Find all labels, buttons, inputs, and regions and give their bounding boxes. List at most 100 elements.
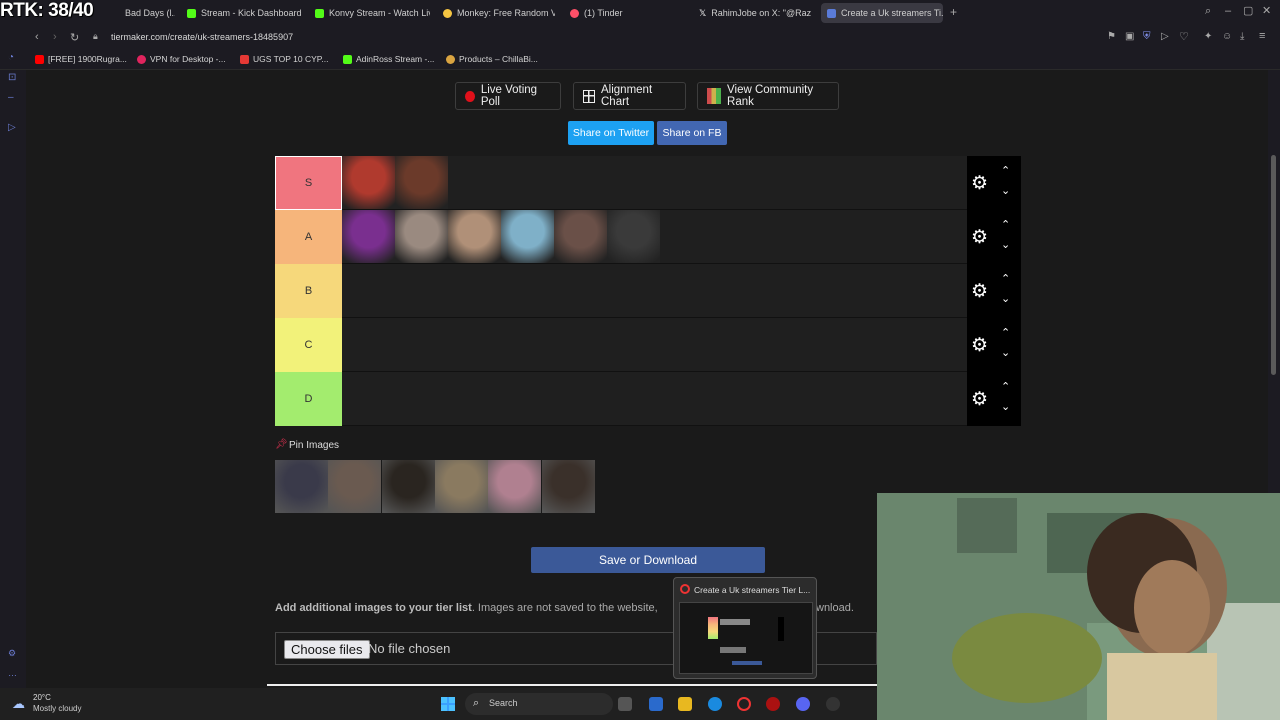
bookmark-item[interactable]: UGS TOP 10 CYP...	[240, 54, 328, 64]
tier-row[interactable]: B ⚙ ⌃ ⌄	[275, 264, 1021, 318]
tier-label[interactable]: B	[275, 264, 342, 318]
account-icon[interactable]: ☺	[1222, 31, 1232, 42]
task-view-icon[interactable]	[618, 697, 632, 711]
rank-grid-icon	[707, 88, 722, 104]
tier-row[interactable]: D ⚙ ⌃ ⌄	[275, 372, 1021, 426]
chevron-down-icon[interactable]: ⌄	[1001, 184, 1010, 197]
play-icon[interactable]: ▷	[1161, 31, 1169, 42]
heart-icon[interactable]: ♡	[1179, 30, 1189, 43]
pool-item-image[interactable]	[488, 460, 542, 513]
pin-images-label[interactable]: Pin Images	[289, 440, 339, 451]
tier-item-image[interactable]	[395, 156, 448, 209]
tier-label[interactable]: C	[275, 318, 342, 372]
minimize-icon[interactable]: –	[1225, 5, 1231, 17]
chevron-up-icon[interactable]: ⌃	[1001, 326, 1010, 339]
shield-icon[interactable]: ⛨	[1143, 31, 1151, 42]
back-icon[interactable]: ‹	[35, 31, 39, 43]
share-facebook-button[interactable]: Share on FB	[657, 121, 727, 145]
weather-cloud-icon[interactable]: ☁	[12, 696, 25, 712]
tier-row[interactable]: A ⚙ ⌃ ⌄	[275, 210, 1021, 264]
taskbar-search[interactable]: ⌕ Search	[465, 693, 613, 715]
scrollbar-thumb[interactable]	[1271, 155, 1276, 375]
tab-konvy-stream[interactable]: Konvy Stream - Watch Liv...	[315, 3, 430, 23]
bookmark-item[interactable]: [FREE] 1900Rugra...	[35, 54, 127, 64]
pool-item-image[interactable]	[275, 460, 328, 513]
new-tab-icon[interactable]: +	[950, 5, 957, 19]
chevron-up-icon[interactable]: ⌃	[1001, 164, 1010, 177]
pool-item-image[interactable]	[328, 460, 382, 513]
gear-icon[interactable]: ⚙	[971, 334, 988, 357]
weather-temperature[interactable]: 20°C	[33, 693, 51, 702]
bookmark-icon[interactable]: ⚑	[1107, 31, 1116, 42]
tier-item-image[interactable]	[448, 210, 501, 263]
tier-label[interactable]: S	[275, 156, 342, 210]
tier-row[interactable]: C ⚙ ⌃ ⌄	[275, 318, 1021, 372]
chevron-down-icon[interactable]: ⌄	[1001, 346, 1010, 359]
tier-row[interactable]: S ⚙ ⌃ ⌄	[275, 156, 1021, 210]
bookmark-item[interactable]: AdinRoss Stream -...	[343, 54, 434, 64]
forward-icon[interactable]: ›	[53, 31, 57, 43]
file-explorer-icon[interactable]	[678, 697, 692, 711]
share-twitter-button[interactable]: Share on Twitter	[568, 121, 654, 145]
chevron-down-icon[interactable]: ⌄	[1001, 292, 1010, 305]
reload-icon[interactable]: ↻	[70, 31, 79, 44]
live-voting-poll-button[interactable]: Live Voting Poll	[455, 82, 561, 110]
pool-item-image[interactable]	[434, 460, 488, 513]
chevron-up-icon[interactable]: ⌃	[1001, 272, 1010, 285]
close-window-icon[interactable]: ✕	[1262, 4, 1271, 17]
download-icon[interactable]: ⤓	[1240, 31, 1244, 42]
tier-item-image[interactable]	[607, 210, 660, 263]
history-icon[interactable]: ⊡	[8, 72, 16, 83]
gear-icon[interactable]: ⚙	[971, 280, 988, 303]
more-icon[interactable]: …	[8, 668, 17, 678]
edge-icon[interactable]	[708, 697, 722, 711]
tab-twitter-post[interactable]: 𝕏 RahimJobe on X: "@Razz...	[699, 3, 811, 23]
maximize-icon[interactable]: ▢	[1243, 4, 1253, 17]
chevron-down-icon[interactable]: ⌄	[1001, 400, 1010, 413]
tab-tinder[interactable]: (1) Tinder	[570, 3, 660, 23]
settings-icon[interactable]: ⚙	[8, 648, 16, 659]
save-download-button[interactable]: Save or Download	[531, 547, 765, 573]
tab-bad-days[interactable]: Bad Days (l...	[125, 3, 175, 23]
windows-start-icon[interactable]	[441, 697, 455, 711]
bookmark-item[interactable]: VPN for Desktop -...	[137, 54, 226, 64]
tier-item-image[interactable]	[342, 210, 395, 263]
alignment-chart-button[interactable]: Alignment Chart	[573, 82, 686, 110]
tab-monkey[interactable]: Monkey: Free Random Vi...	[443, 3, 555, 23]
tier-item-image[interactable]	[501, 210, 554, 263]
app-icon[interactable]	[826, 697, 840, 711]
send-icon[interactable]: ▷	[8, 122, 16, 133]
chevron-up-icon[interactable]: ⌃	[1001, 380, 1010, 393]
chevron-up-icon[interactable]: ⌃	[1001, 218, 1010, 231]
tab-tiermaker[interactable]: Create a Uk streamers Ti...	[821, 3, 943, 23]
tier-item-image[interactable]	[395, 210, 448, 263]
tier-label[interactable]: D	[275, 372, 342, 426]
gear-icon[interactable]: ⚙	[971, 388, 988, 411]
taskbar-thumbnail-preview[interactable]: Create a Uk streamers Tier L...	[673, 577, 817, 679]
opera-icon[interactable]: ◔	[8, 52, 14, 63]
tier-item-image[interactable]	[342, 156, 395, 209]
tools-icon[interactable]: –	[8, 92, 14, 103]
pool-item-image[interactable]	[541, 460, 595, 513]
url-input[interactable]: tiermaker.com/create/uk-streamers-184859…	[111, 32, 293, 42]
view-community-rank-button[interactable]: View Community Rank	[697, 82, 839, 110]
tab-kick-dashboard[interactable]: Stream - Kick Dashboard	[187, 3, 305, 23]
search-tabs-icon[interactable]: ⌕	[1205, 5, 1211, 18]
extensions-icon[interactable]: ✦	[1204, 31, 1212, 42]
chevron-down-icon[interactable]: ⌄	[1001, 238, 1010, 251]
pool-item-image[interactable]	[381, 460, 435, 513]
gear-icon[interactable]: ⚙	[971, 172, 988, 195]
choose-files-button[interactable]: Choose files	[284, 640, 370, 659]
gear-icon[interactable]: ⚙	[971, 226, 988, 249]
app-icon[interactable]	[766, 697, 780, 711]
tier-label[interactable]: A	[275, 210, 342, 264]
opera-gx-icon[interactable]	[737, 697, 751, 711]
search-icon: ⌕	[473, 697, 480, 709]
bookmark-item[interactable]: Products – ChillaBi...	[446, 54, 538, 64]
store-icon[interactable]	[649, 697, 663, 711]
tier-item-image[interactable]	[554, 210, 607, 263]
weather-condition[interactable]: Mostly cloudy	[33, 704, 81, 713]
screenshot-icon[interactable]: ▣	[1125, 31, 1134, 42]
discord-icon[interactable]	[796, 697, 810, 711]
menu-icon[interactable]: ≡	[1259, 30, 1265, 42]
